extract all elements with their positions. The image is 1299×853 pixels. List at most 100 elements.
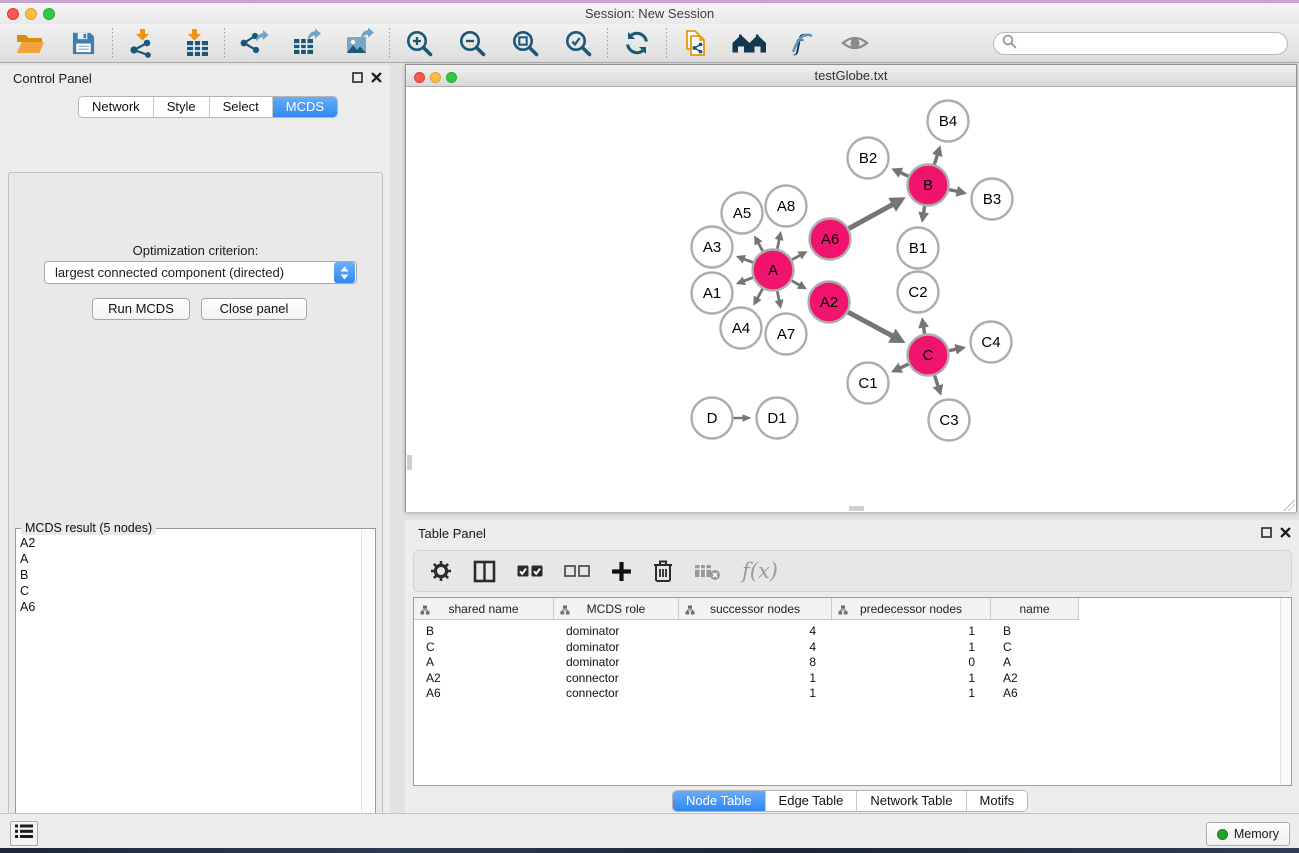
eye-icon[interactable] bbox=[837, 27, 873, 59]
network-close-icon[interactable] bbox=[414, 72, 425, 83]
edge-A-A1[interactable] bbox=[743, 278, 753, 282]
column-header-MCDS-role[interactable]: MCDS role bbox=[554, 598, 679, 620]
column-header-successor-nodes[interactable]: successor nodes bbox=[679, 598, 832, 620]
zoom-fit-icon[interactable] bbox=[507, 27, 543, 59]
node-A3[interactable]: A3 bbox=[692, 227, 733, 268]
network-window-titlebar[interactable]: testGlobe.txt bbox=[406, 65, 1296, 87]
result-list-item[interactable]: A bbox=[20, 551, 359, 567]
table-cell[interactable]: B bbox=[1003, 624, 1077, 640]
edge-A2-C[interactable] bbox=[848, 312, 893, 336]
table-cell[interactable]: 1 bbox=[679, 671, 816, 687]
window-controls[interactable] bbox=[7, 7, 61, 25]
columns-icon[interactable] bbox=[473, 560, 496, 583]
edge-A-A4[interactable] bbox=[757, 289, 762, 299]
close-panel-icon[interactable] bbox=[1280, 527, 1291, 538]
table-cell[interactable]: 4 bbox=[679, 640, 816, 656]
node-C3[interactable]: C3 bbox=[929, 400, 970, 441]
import-network-icon[interactable] bbox=[124, 27, 160, 59]
table-scrollbar[interactable] bbox=[1280, 598, 1291, 785]
table-cell[interactable]: B bbox=[426, 624, 552, 640]
node-A[interactable]: A bbox=[753, 250, 794, 291]
table-cell[interactable]: C bbox=[426, 640, 552, 656]
tab-motifs[interactable]: Motifs bbox=[967, 791, 1028, 811]
run-mcds-button[interactable]: Run MCDS bbox=[92, 298, 190, 320]
tab-edge-table[interactable]: Edge Table bbox=[766, 791, 858, 811]
edge-A6-B[interactable] bbox=[849, 204, 893, 228]
edge-A-A3[interactable] bbox=[743, 259, 753, 263]
tab-node-table[interactable]: Node Table bbox=[673, 791, 766, 811]
table-cell[interactable]: 1 bbox=[679, 686, 816, 702]
select-all-icon[interactable] bbox=[517, 565, 543, 578]
edge-B-B3[interactable] bbox=[949, 190, 958, 192]
node-A2[interactable]: A2 bbox=[809, 282, 850, 323]
node-B1[interactable]: B1 bbox=[898, 228, 939, 269]
node-A8[interactable]: A8 bbox=[766, 186, 807, 227]
network-graph[interactable]: B4B2BB3A8A5A6A3B1AC2A1A2A4A7C4CC1DD1C3 bbox=[406, 87, 1296, 512]
table-cell[interactable]: 8 bbox=[679, 655, 816, 671]
delete-column-icon[interactable] bbox=[653, 559, 673, 583]
table-cell[interactable]: 1 bbox=[832, 671, 975, 687]
node-C1[interactable]: C1 bbox=[848, 363, 889, 404]
import-table-icon[interactable] bbox=[177, 27, 213, 59]
tab-style[interactable]: Style bbox=[154, 97, 210, 117]
table-cell[interactable]: A2 bbox=[426, 671, 552, 687]
table-cell[interactable]: dominator bbox=[566, 640, 677, 656]
tab-network[interactable]: Network bbox=[79, 97, 154, 117]
network-canvas[interactable]: B4B2BB3A8A5A6A3B1AC2A1A2A4A7C4CC1DD1C3 bbox=[406, 87, 1296, 512]
result-list-item[interactable]: C bbox=[20, 583, 359, 599]
network-zoom-icon[interactable] bbox=[446, 72, 457, 83]
table-cell[interactable]: A bbox=[1003, 655, 1077, 671]
export-network-icon[interactable] bbox=[236, 27, 272, 59]
table-cell[interactable]: 0 bbox=[832, 655, 975, 671]
network-minimize-icon[interactable] bbox=[430, 72, 441, 83]
node-C4[interactable]: C4 bbox=[971, 322, 1012, 363]
edge-B-B4[interactable] bbox=[934, 154, 937, 164]
table-cell[interactable]: dominator bbox=[566, 624, 677, 640]
edge-A-A5[interactable] bbox=[758, 242, 763, 251]
float-panel-icon[interactable] bbox=[352, 72, 363, 83]
node-A6[interactable]: A6 bbox=[810, 219, 851, 260]
gear-icon[interactable] bbox=[430, 560, 452, 582]
zoom-out-icon[interactable] bbox=[454, 27, 490, 59]
deselect-all-icon[interactable] bbox=[564, 565, 590, 578]
result-list-item[interactable]: A6 bbox=[20, 599, 359, 615]
result-scrollbar[interactable] bbox=[361, 530, 374, 853]
column-header-shared-name[interactable]: shared name bbox=[414, 598, 554, 620]
vertical-scroll-indicator[interactable] bbox=[407, 455, 412, 470]
edge-C-C1[interactable] bbox=[900, 364, 909, 368]
table-cell[interactable]: 1 bbox=[832, 686, 975, 702]
close-panel-button[interactable]: Close panel bbox=[201, 298, 307, 320]
result-list-item[interactable]: B bbox=[20, 567, 359, 583]
table-cell[interactable]: A2 bbox=[1003, 671, 1077, 687]
edge-A-A2[interactable] bbox=[792, 281, 800, 286]
home-icon[interactable] bbox=[731, 27, 767, 59]
tab-network-table[interactable]: Network Table bbox=[857, 791, 966, 811]
search-field[interactable] bbox=[1021, 35, 1287, 53]
edge-B-B2[interactable] bbox=[900, 172, 908, 176]
add-column-icon[interactable] bbox=[611, 561, 632, 582]
tab-mcds[interactable]: MCDS bbox=[273, 97, 337, 117]
node-A5[interactable]: A5 bbox=[722, 193, 763, 234]
table-cell[interactable]: 4 bbox=[679, 624, 816, 640]
close-panel-icon[interactable] bbox=[371, 72, 382, 83]
table-cell[interactable]: 1 bbox=[832, 624, 975, 640]
refresh-icon[interactable] bbox=[619, 27, 655, 59]
open-folder-icon[interactable] bbox=[12, 27, 48, 59]
node-A7[interactable]: A7 bbox=[766, 314, 807, 355]
task-history-button[interactable] bbox=[10, 821, 38, 846]
node-table[interactable]: shared nameMCDS rolesuccessor nodesprede… bbox=[413, 597, 1292, 786]
table-cell[interactable]: A6 bbox=[1003, 686, 1077, 702]
memory-button[interactable]: Memory bbox=[1206, 822, 1290, 846]
resize-grip[interactable] bbox=[1283, 499, 1295, 511]
minimize-window-icon[interactable] bbox=[25, 8, 37, 20]
document-share-icon[interactable] bbox=[678, 27, 714, 59]
node-D1[interactable]: D1 bbox=[757, 398, 798, 439]
edge-C-C2[interactable] bbox=[924, 327, 925, 334]
search-input[interactable] bbox=[993, 32, 1288, 55]
edge-A-A6[interactable] bbox=[792, 255, 801, 260]
node-B4[interactable]: B4 bbox=[928, 101, 969, 142]
result-list-item[interactable]: A2 bbox=[20, 535, 359, 551]
node-B[interactable]: B bbox=[908, 165, 949, 206]
table-cell[interactable]: 1 bbox=[832, 640, 975, 656]
column-header-name[interactable]: name bbox=[991, 598, 1079, 620]
